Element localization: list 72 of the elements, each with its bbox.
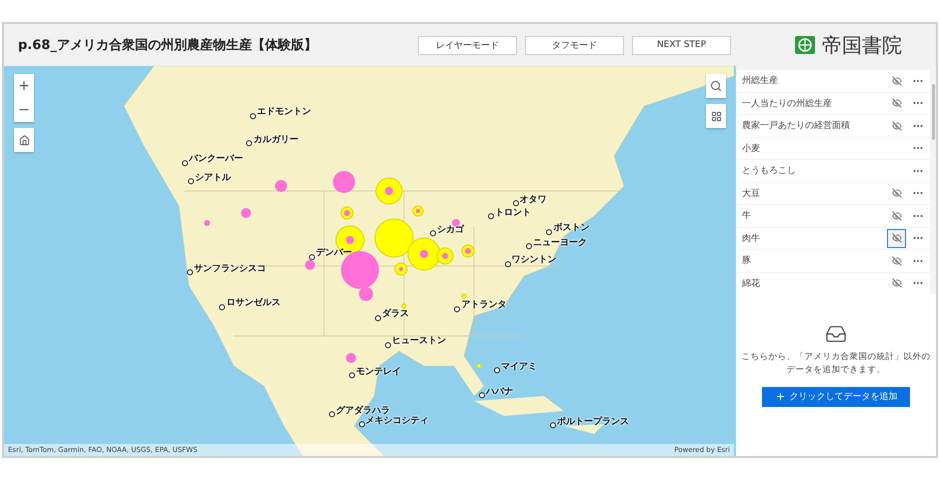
city-label: ニューヨーク	[532, 236, 587, 249]
book-globe-icon	[794, 34, 816, 56]
mode-button[interactable]: レイヤーモード	[418, 36, 517, 54]
home-button[interactable]	[14, 128, 34, 152]
city-label: トロント	[494, 207, 531, 220]
city-label: オタワ	[520, 194, 547, 206]
layer-name: とうもろこし	[742, 165, 797, 178]
home-icon	[18, 134, 30, 146]
city-label: ロサンゼルス	[226, 296, 280, 310]
grid-button[interactable]	[706, 104, 726, 128]
add-data-button[interactable]: クリックしてデータを追加	[762, 386, 910, 407]
logo-text: 帝国書院	[822, 32, 902, 58]
city-label: サンフランシスコ	[194, 262, 266, 275]
layer-name: 一人当たりの州総生産	[742, 98, 833, 110]
city-label: カルガリー	[253, 134, 298, 146]
city-marker-icon	[550, 422, 556, 428]
eye-off-icon	[892, 188, 902, 198]
city-label: シカゴ	[437, 224, 464, 236]
eye-off-icon	[892, 210, 902, 221]
layer-name: 小麦	[742, 142, 761, 155]
layer-name: 大豆	[742, 188, 761, 200]
city-label: ダラス	[382, 308, 409, 320]
mode-button[interactable]: NEXT STEP	[632, 36, 731, 54]
eye-off-icon	[892, 76, 902, 86]
layer-name: 農家一戸あたりの経営面積	[742, 120, 851, 132]
city-label: シアトル	[194, 172, 231, 184]
city-label: ボストン	[553, 222, 590, 235]
layer-row[interactable]: 綿花	[736, 272, 930, 294]
layer-row[interactable]: 小麦	[736, 138, 930, 159]
city-label: ヒューストン	[392, 335, 446, 348]
city-label: メキシコシティ	[366, 414, 429, 427]
layer-row[interactable]: 肉牛	[736, 228, 930, 249]
layer-name: 綿花	[742, 278, 761, 290]
layer-row[interactable]: 豚	[736, 250, 930, 272]
eye-off-icon	[892, 278, 902, 288]
layer-row[interactable]: 州総生産	[736, 70, 930, 92]
city-label: グアダラハラ	[336, 404, 390, 416]
plus-icon	[774, 391, 786, 402]
layer-row[interactable]: 牛	[736, 205, 930, 226]
city-label: ポルトープランス	[556, 415, 629, 428]
page-title: p.68_アメリカ合衆国の州別農産物生産【体験版】	[18, 36, 318, 54]
eye-off-icon	[892, 233, 902, 244]
city-label: デンバー	[316, 247, 352, 260]
zoom-out-button[interactable]: −	[14, 98, 34, 122]
search-button[interactable]	[706, 74, 726, 98]
layer-name: 肉牛	[742, 232, 761, 245]
layer-row[interactable]: 一人当たりの州総生産	[736, 92, 930, 114]
add-data-message: こちらから、「アメリカ合衆国の統計」以外のデータを追加できます。	[740, 351, 932, 377]
city-label: エドモントン	[256, 106, 311, 118]
city-label: バンクーバー	[189, 153, 244, 166]
city-label: マイアミ	[500, 361, 537, 374]
mode-button[interactable]: タフモード	[525, 36, 624, 54]
visibility-button[interactable]	[887, 228, 906, 248]
city-marker-icon	[494, 368, 500, 374]
layer-row[interactable]: とうもろこし	[736, 160, 930, 182]
search-icon	[710, 80, 722, 92]
layer-name: 豚	[742, 254, 752, 268]
layer-row[interactable]: 農家一戸あたりの経営面積	[736, 115, 930, 136]
zoom-in-button[interactable]: +	[14, 74, 34, 98]
city-label: モンテレイ	[356, 366, 402, 378]
eye-off-icon	[892, 120, 902, 131]
city-label: ワシントン	[512, 254, 557, 267]
city-marker-icon	[358, 421, 365, 428]
city-label: アトランタ	[461, 299, 506, 312]
layer-name: 州総生産	[742, 74, 779, 88]
eye-off-icon	[892, 256, 902, 266]
eye-off-icon	[892, 98, 902, 108]
city-label: ハバナ	[486, 386, 514, 398]
grid-icon	[710, 110, 722, 122]
layer-row[interactable]: 大豆	[736, 182, 930, 204]
city-marker-icon	[479, 392, 486, 399]
layer-name: 牛	[742, 210, 752, 222]
